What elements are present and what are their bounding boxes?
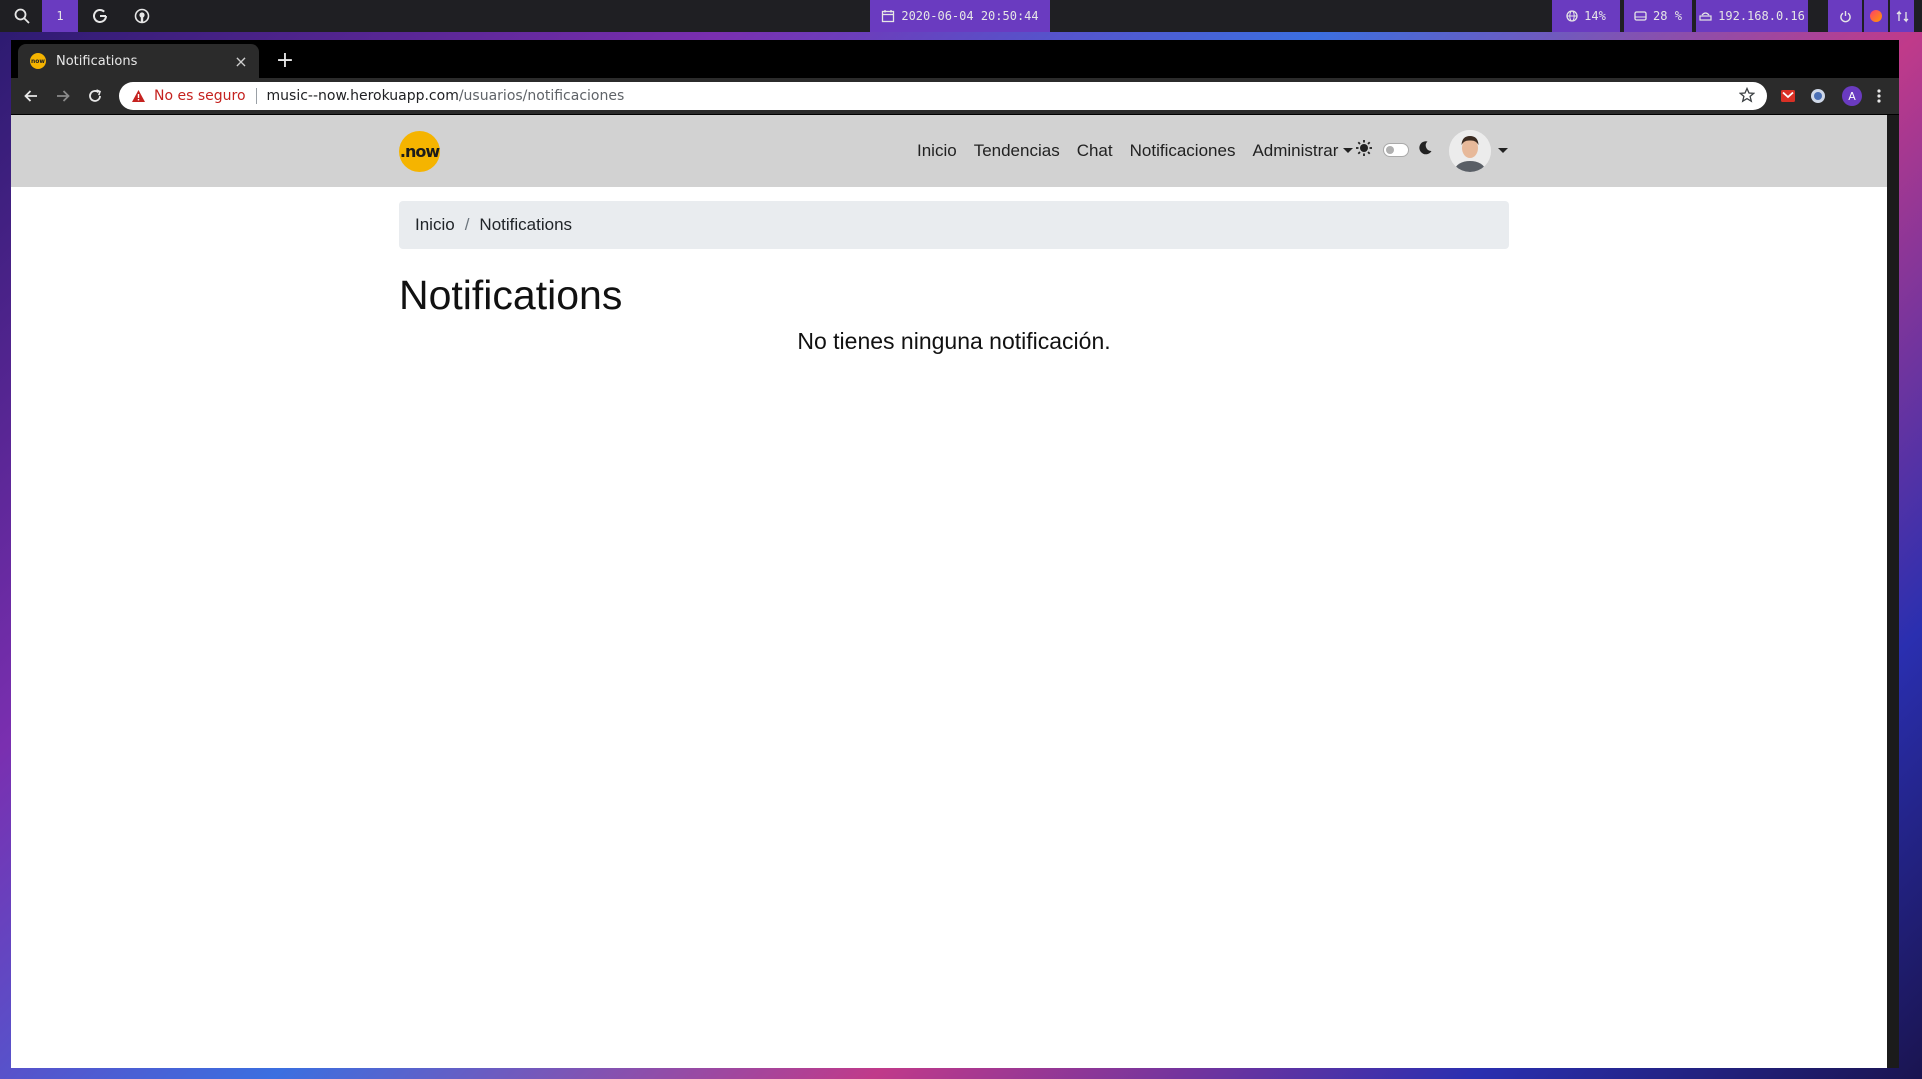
site-logo[interactable]: .now bbox=[399, 131, 440, 172]
tab-title: Notifications bbox=[56, 53, 138, 69]
cpu-text: 14% bbox=[1584, 9, 1606, 23]
dark-mode-toggle[interactable] bbox=[1383, 143, 1409, 157]
warning-icon[interactable] bbox=[131, 89, 146, 103]
network-icon bbox=[1699, 10, 1712, 22]
new-tab-button[interactable]: + bbox=[271, 46, 299, 74]
browser-window: now Notifications × + No es seguro music… bbox=[11, 40, 1899, 1068]
nav-notificaciones[interactable]: Notificaciones bbox=[1130, 141, 1236, 161]
user-avatar[interactable] bbox=[1449, 130, 1491, 172]
site-navbar: .now Inicio Tendencias Chat Notificacion… bbox=[11, 115, 1899, 187]
nav-links: Inicio Tendencias Chat Notificaciones Ad… bbox=[917, 115, 1370, 187]
empty-state-message: No tienes ninguna notificación. bbox=[797, 328, 1111, 354]
forward-arrow-icon[interactable] bbox=[49, 82, 77, 110]
url-path: /usuarios/notificaciones bbox=[458, 88, 625, 104]
browser-toolbar: No es seguro music--now.herokuapp.com /u… bbox=[11, 78, 1899, 114]
ip-text: 192.168.0.16 bbox=[1718, 9, 1805, 23]
cpu-icon bbox=[1566, 10, 1578, 22]
site-favicon-icon: now bbox=[30, 53, 46, 69]
disk-widget: 28 % bbox=[1624, 0, 1692, 32]
transfer-icon[interactable] bbox=[1890, 0, 1914, 32]
nav-inicio[interactable]: Inicio bbox=[917, 141, 957, 161]
page-scrollbar[interactable] bbox=[1887, 115, 1899, 1068]
workspace-indicator[interactable]: 1 bbox=[42, 0, 78, 32]
google-icon[interactable] bbox=[86, 0, 114, 32]
reload-icon[interactable] bbox=[81, 82, 109, 110]
tab-notifications[interactable]: now Notifications × bbox=[18, 44, 259, 78]
breadcrumb-current: Notifications bbox=[479, 215, 573, 234]
breadcrumb-inicio[interactable]: Inicio bbox=[415, 215, 455, 235]
close-icon[interactable]: × bbox=[229, 52, 253, 71]
search-icon[interactable] bbox=[6, 0, 38, 32]
nav-administrar-dropdown[interactable]: Administrar bbox=[1252, 141, 1353, 161]
address-separator bbox=[255, 88, 257, 104]
datetime-text: 2020-06-04 20:50:44 bbox=[901, 9, 1039, 23]
logo-text: .now bbox=[399, 142, 440, 161]
page-title: Notifications bbox=[399, 272, 623, 318]
gmail-extension-icon[interactable] bbox=[1778, 86, 1798, 106]
address-bar[interactable]: No es seguro music--now.herokuapp.com /u… bbox=[119, 82, 1767, 110]
network-widget: 192.168.0.16 bbox=[1696, 0, 1808, 32]
theme-switcher bbox=[1355, 139, 1433, 161]
back-arrow-icon[interactable] bbox=[17, 82, 45, 110]
profile-avatar[interactable]: A bbox=[1842, 86, 1862, 106]
cpu-widget: 14% bbox=[1552, 0, 1620, 32]
tray-app-icon[interactable] bbox=[1864, 0, 1888, 32]
breadcrumb-separator: / bbox=[464, 215, 470, 234]
disk-text: 28 % bbox=[1653, 9, 1682, 23]
page-viewport: .now Inicio Tendencias Chat Notificacion… bbox=[11, 115, 1899, 1068]
nav-chat[interactable]: Chat bbox=[1077, 141, 1113, 161]
security-label[interactable]: No es seguro bbox=[154, 88, 246, 104]
moon-icon bbox=[1417, 140, 1433, 160]
extension-icon[interactable] bbox=[1808, 86, 1828, 106]
menu-kebab-icon[interactable] bbox=[1869, 86, 1889, 106]
calendar-icon bbox=[881, 9, 895, 23]
nav-tendencias[interactable]: Tendencias bbox=[974, 141, 1060, 161]
url-host: music--now.herokuapp.com bbox=[266, 88, 459, 104]
breadcrumb: Inicio / Notifications bbox=[399, 201, 1509, 249]
os-top-bar: 1 2020-06-04 20:50:44 14% 28 % 192.168.0… bbox=[0, 0, 1922, 32]
sun-icon bbox=[1355, 139, 1373, 161]
disk-icon bbox=[1634, 10, 1647, 22]
github-icon[interactable] bbox=[128, 0, 156, 32]
profile-initial: A bbox=[1842, 86, 1862, 106]
bookmark-star-icon[interactable] bbox=[1738, 86, 1756, 107]
chevron-down-icon[interactable] bbox=[1498, 148, 1508, 153]
tab-strip: now Notifications × + bbox=[11, 40, 1899, 78]
workspace-number: 1 bbox=[56, 9, 64, 23]
clock-widget[interactable]: 2020-06-04 20:50:44 bbox=[870, 0, 1050, 32]
power-icon[interactable] bbox=[1828, 0, 1862, 32]
